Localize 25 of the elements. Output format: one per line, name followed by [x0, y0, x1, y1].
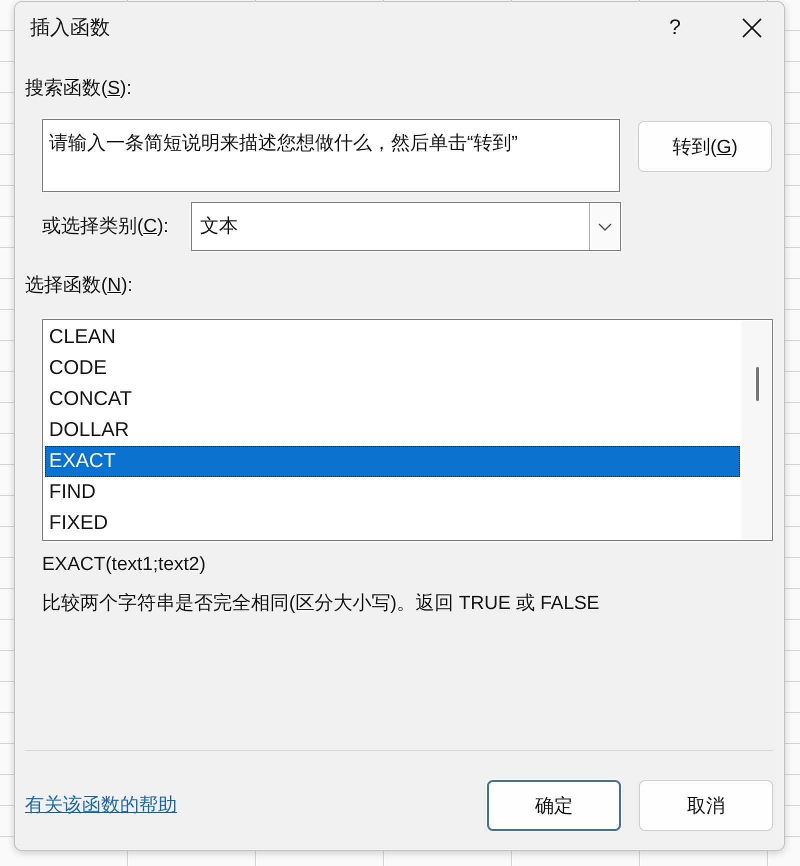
function-list-item[interactable]: FIXED — [45, 508, 740, 539]
function-list-item[interactable]: DOLLAR — [45, 415, 740, 446]
help-link[interactable]: 有关该函数的帮助 — [25, 794, 177, 818]
function-list-item[interactable]: CONCAT — [45, 384, 740, 415]
cancel-button[interactable]: 取消 — [639, 780, 773, 831]
category-dropdown[interactable]: 文本 — [191, 202, 621, 251]
scrollbar-thumb[interactable] — [756, 367, 758, 401]
dialog-title: 插入函数 — [30, 16, 110, 41]
function-description: 比较两个字符串是否完全相同(区分大小写)。返回 TRUE 或 FALSE — [42, 592, 600, 616]
ok-button[interactable]: 确定 — [487, 780, 621, 831]
function-list-item[interactable]: EXACT — [45, 446, 740, 477]
category-label: 或选择类别(C): — [42, 214, 170, 238]
close-button[interactable] — [742, 18, 762, 38]
go-button[interactable]: 转到(G) — [638, 121, 772, 172]
search-field[interactable]: 请输入一条简短说明来描述您想做什么，然后单击“转到” — [42, 119, 620, 192]
function-list-item[interactable]: CLEAN — [45, 322, 740, 353]
function-list-label: 选择函数(N): — [25, 274, 133, 298]
search-label: 搜索函数(S): — [25, 77, 132, 101]
function-signature: EXACT(text1;text2) — [42, 553, 206, 577]
close-icon — [742, 18, 762, 38]
chevron-down-icon — [598, 222, 612, 230]
help-button[interactable]: ? — [665, 14, 685, 42]
scrollbar[interactable] — [742, 320, 772, 540]
function-list-item[interactable]: CODE — [45, 353, 740, 384]
function-list-item[interactable]: FIND — [45, 477, 740, 508]
